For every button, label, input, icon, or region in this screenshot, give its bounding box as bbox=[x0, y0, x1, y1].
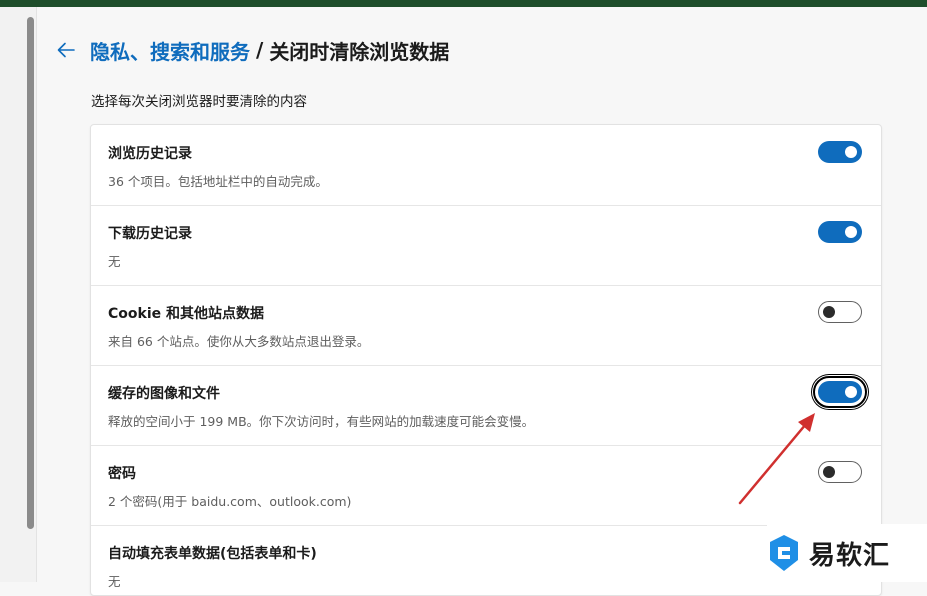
option-title: 缓存的图像和文件 bbox=[108, 386, 220, 402]
option-title: 密码 bbox=[108, 466, 136, 482]
cached-images-toggle[interactable] bbox=[813, 376, 867, 408]
watermark-logo-icon bbox=[770, 535, 798, 571]
back-arrow-icon[interactable] bbox=[55, 39, 77, 61]
option-row-download-history: 下载历史记录 无 bbox=[91, 205, 881, 286]
window-top-bar bbox=[0, 0, 927, 7]
option-description: 36 个项目。包括地址栏中的自动完成。 bbox=[108, 174, 328, 189]
page-header: 隐私、搜索和服务 / 关闭时清除浏览数据 bbox=[55, 34, 449, 66]
passwords-toggle[interactable] bbox=[818, 461, 862, 483]
option-row-autofill: 自动填充表单数据(包括表单和卡) 无 bbox=[91, 525, 881, 595]
option-description: 来自 66 个站点。使你从大多数站点退出登录。 bbox=[108, 334, 370, 349]
page-title: 关闭时清除浏览数据 bbox=[269, 39, 450, 64]
option-description: 无 bbox=[108, 574, 121, 589]
option-title: 下载历史记录 bbox=[108, 226, 192, 242]
scrollbar-thumb[interactable] bbox=[27, 17, 34, 529]
option-description: 释放的空间小于 199 MB。你下次访问时，有些网站的加载速度可能会变慢。 bbox=[108, 414, 535, 429]
option-row-cached-images: 缓存的图像和文件 释放的空间小于 199 MB。你下次访问时，有些网站的加载速度… bbox=[91, 365, 881, 446]
toggle-knob bbox=[845, 226, 857, 238]
left-pane-scrollbar[interactable] bbox=[0, 7, 37, 582]
watermark: 易软汇 bbox=[767, 524, 927, 582]
cookies-toggle[interactable] bbox=[818, 301, 862, 323]
download-history-toggle[interactable] bbox=[818, 221, 862, 243]
option-description: 2 个密码(用于 baidu.com、outlook.com) bbox=[108, 494, 352, 509]
option-description: 无 bbox=[108, 254, 121, 269]
clear-data-options-card: 浏览历史记录 36 个项目。包括地址栏中的自动完成。 下载历史记录 无 Cook… bbox=[90, 124, 882, 596]
browsing-history-toggle[interactable] bbox=[818, 141, 862, 163]
toggle-knob bbox=[823, 306, 835, 318]
option-title: Cookie 和其他站点数据 bbox=[108, 306, 264, 322]
breadcrumb-parent-link[interactable]: 隐私、搜索和服务 bbox=[90, 36, 250, 65]
option-row-browsing-history: 浏览历史记录 36 个项目。包括地址栏中的自动完成。 bbox=[91, 125, 881, 206]
option-row-cookies: Cookie 和其他站点数据 来自 66 个站点。使你从大多数站点退出登录。 bbox=[91, 285, 881, 366]
section-description: 选择每次关闭浏览器时要清除的内容 bbox=[91, 94, 307, 110]
toggle-knob bbox=[845, 386, 857, 398]
breadcrumb-separator: / bbox=[256, 38, 264, 62]
option-title: 自动填充表单数据(包括表单和卡) bbox=[108, 546, 317, 562]
option-title: 浏览历史记录 bbox=[108, 146, 192, 162]
toggle-knob bbox=[845, 146, 857, 158]
option-row-passwords: 密码 2 个密码(用于 baidu.com、outlook.com) bbox=[91, 445, 881, 526]
watermark-text: 易软汇 bbox=[809, 540, 891, 571]
toggle-knob bbox=[823, 466, 835, 478]
